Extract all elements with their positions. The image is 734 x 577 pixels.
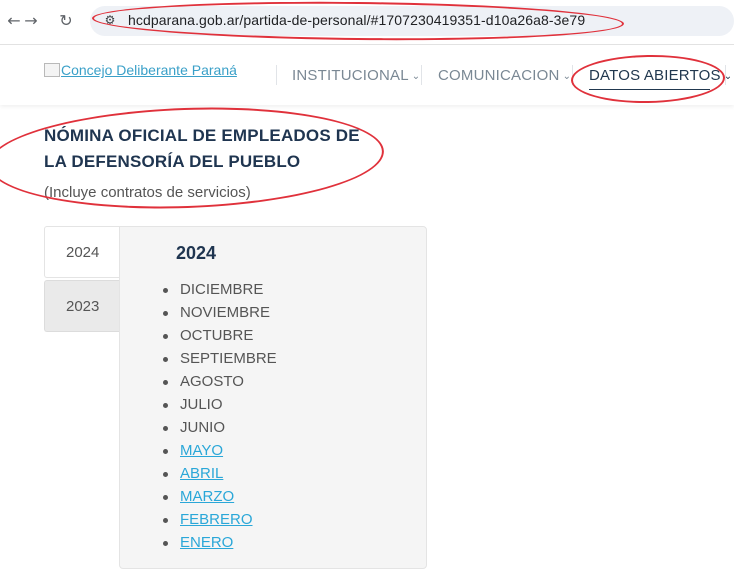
menu-item-comunicacion[interactable]: COMUNICACION ⌄: [438, 67, 571, 84]
active-menu-underline: [589, 89, 710, 90]
menu-divider: [725, 65, 726, 85]
page-subtitle: (Incluye contratos de servicios): [44, 184, 251, 201]
page-title: NÓMINA OFICIAL DE EMPLEADOS DE LA DEFENS…: [44, 126, 360, 171]
tab-2023[interactable]: 2023: [44, 280, 120, 332]
month-item-noviembre: NOVIEMBRE: [163, 301, 277, 324]
month-link-enero[interactable]: ENERO: [163, 531, 277, 554]
month-item-julio: JULIO: [163, 393, 277, 416]
menu-label: COMUNICACION: [438, 67, 560, 84]
menu-item-datos-abiertos[interactable]: DATOS ABIERTOS ⌄: [589, 67, 732, 84]
menu-label: INSTITUCIONAL: [292, 67, 409, 84]
broken-image-icon: [44, 63, 60, 77]
month-link-mayo[interactable]: MAYO: [163, 439, 277, 462]
site-info-icon[interactable]: ⚙: [102, 12, 118, 28]
month-list: DICIEMBRE NOVIEMBRE OCTUBRE SEPTIEMBRE A…: [163, 278, 277, 554]
month-item-septiembre: SEPTIEMBRE: [163, 347, 277, 370]
address-bar[interactable]: ⚙ hcdparana.gob.ar/partida-de-personal/#…: [90, 6, 734, 36]
month-item-diciembre: DICIEMBRE: [163, 278, 277, 301]
chevron-down-icon: ⌄: [562, 71, 572, 82]
menu-divider: [276, 65, 277, 85]
menu-label: DATOS ABIERTOS: [589, 67, 721, 84]
menu-item-institucional[interactable]: INSTITUCIONAL ⌄: [292, 67, 420, 84]
month-item-octubre: OCTUBRE: [163, 324, 277, 347]
site-logo[interactable]: Concejo Deliberante Paraná: [44, 62, 237, 78]
reload-icon[interactable]: ↻: [55, 10, 77, 32]
month-item-agosto: AGOSTO: [163, 370, 277, 393]
browser-toolbar: ← → ↻ ⚙ hcdparana.gob.ar/partida-de-pers…: [0, 0, 734, 45]
forward-icon[interactable]: →: [20, 10, 42, 32]
site-header: Concejo Deliberante Paraná INSTITUCIONAL…: [0, 45, 734, 105]
panel-year-heading: 2024: [176, 243, 217, 263]
url-text[interactable]: hcdparana.gob.ar/partida-de-personal/#17…: [128, 12, 585, 28]
chevron-down-icon: ⌄: [411, 71, 421, 82]
month-link-marzo[interactable]: MARZO: [163, 485, 277, 508]
month-item-junio: JUNIO: [163, 416, 277, 439]
month-link-febrero[interactable]: FEBRERO: [163, 508, 277, 531]
month-link-abril[interactable]: ABRIL: [163, 462, 277, 485]
menu-divider: [421, 65, 422, 85]
menu-divider: [572, 65, 573, 85]
year-panel: 2024 DICIEMBRE NOVIEMBRE OCTUBRE SEPTIEM…: [119, 226, 427, 569]
tab-2024[interactable]: 2024: [44, 226, 120, 278]
logo-alt-text: Concejo Deliberante Paraná: [61, 62, 237, 78]
